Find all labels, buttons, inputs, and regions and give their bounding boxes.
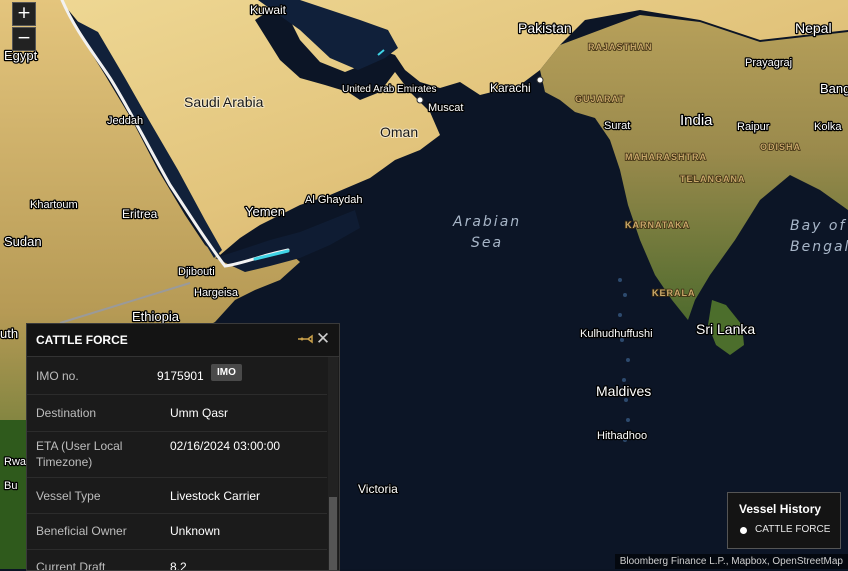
label-kolkata: Kolka (814, 121, 842, 133)
label-jeddah: Jeddah (107, 115, 143, 127)
row-imo-key: IMO no. (36, 369, 79, 383)
label-karnataka: KARNATAKA (625, 220, 690, 230)
city-marker-karachi (536, 76, 544, 84)
panel-scrollbar[interactable] (328, 357, 338, 570)
row-imo: IMO no. 9175901 IMO (27, 357, 327, 395)
row-current-draft: Current Draft 8.2 (27, 550, 327, 571)
row-eta-key-2: Timezone) (36, 455, 93, 469)
label-sri-lanka: Sri Lanka (696, 321, 755, 337)
row-eta: ETA (User Local Timezone) 02/16/2024 03:… (27, 432, 327, 478)
label-surat: Surat (604, 120, 630, 132)
label-yemen: Yemen (245, 204, 285, 219)
label-telangana: TELANGANA (680, 174, 746, 184)
row-beneficial-owner-key: Beneficial Owner (36, 524, 127, 538)
panel-header: CATTLE FORCE ✕ (27, 324, 339, 357)
label-sudan: Sudan (4, 234, 42, 249)
label-bang: Bang (820, 81, 848, 96)
panel-title: CATTLE FORCE (36, 333, 128, 347)
label-ethiopia: Ethiopia (132, 309, 180, 324)
label-maharashtra: MAHARASHTRA (625, 152, 707, 162)
row-vessel-type-value: Livestock Carrier (170, 489, 261, 503)
label-kerala: KERALA (652, 288, 696, 298)
label-al-ghaydah: Al Ghaydah (305, 194, 362, 206)
label-rwa: Rwa (4, 456, 27, 468)
row-eta-value: 02/16/2024 03:00:00 (170, 439, 281, 453)
row-beneficial-owner-value: Unknown (170, 524, 221, 538)
label-kulhudhuffushi: Kulhudhuffushi (580, 328, 653, 340)
label-raipur: Raipur (737, 121, 770, 133)
label-india: India (680, 112, 713, 129)
zoom-in-button[interactable]: + (12, 2, 36, 26)
label-muscat: Muscat (428, 102, 463, 114)
label-khartoum: Khartoum (30, 199, 78, 211)
imo-button[interactable]: IMO (211, 364, 242, 381)
label-arabian-sea-1: Arabian (452, 214, 521, 230)
label-gujarat: GUJARAT (575, 94, 625, 104)
label-arabian-sea-2: Sea (471, 235, 503, 251)
row-vessel-type-key: Vessel Type (36, 489, 101, 503)
legend-marker-icon (740, 527, 747, 534)
row-destination: Destination Umm Qasr (27, 395, 327, 432)
label-maldives: Maldives (596, 383, 651, 399)
label-victoria: Victoria (358, 482, 398, 496)
panel-body: IMO no. 9175901 IMO Destination Umm Qasr… (27, 357, 327, 571)
close-icon[interactable]: ✕ (315, 329, 331, 349)
label-djibouti: Djibouti (178, 266, 215, 278)
row-beneficial-owner: Beneficial Owner Unknown (27, 514, 327, 550)
row-current-draft-value: 8.2 (170, 560, 187, 571)
label-bay-of-bengal-1: Bay of (790, 218, 846, 234)
legend-title: Vessel History (739, 502, 822, 516)
row-vessel-type: Vessel Type Livestock Carrier (27, 478, 327, 514)
zoom-out-button[interactable]: − (12, 27, 36, 51)
row-eta-key: ETA (User Local (36, 439, 123, 453)
label-uth: uth (0, 326, 18, 341)
label-uae: United Arab Emirates (342, 84, 437, 95)
label-bu: Bu (4, 480, 17, 492)
legend-item-label[interactable]: CATTLE FORCE (755, 524, 830, 535)
row-imo-value: 9175901 (157, 369, 204, 383)
panel-scrollbar-thumb[interactable] (329, 497, 337, 570)
label-prayagraj: Prayagraj (745, 57, 792, 69)
label-bay-of-bengal-2: Bengal (790, 239, 848, 255)
label-eritrea: Eritrea (122, 207, 158, 221)
label-rajasthan: RAJASTHAN (588, 42, 653, 52)
label-pakistan: Pakistan (518, 20, 572, 36)
label-nepal: Nepal (795, 20, 832, 36)
label-hithadhoo: Hithadhoo (597, 430, 647, 442)
vessel-info-panel: CATTLE FORCE ✕ IMO no. 9175901 IMO Desti… (26, 323, 340, 571)
row-current-draft-key: Current Draft (36, 560, 106, 571)
row-destination-key: Destination (36, 406, 97, 420)
label-oman: Oman (380, 124, 418, 140)
label-hargeisa: Hargeisa (194, 287, 239, 299)
label-kuwait: Kuwait (250, 3, 287, 17)
vessel-icon (298, 334, 313, 344)
label-karachi: Karachi (490, 81, 531, 95)
label-odisha: ODISHA (760, 142, 801, 152)
city-marker-muscat (416, 96, 424, 104)
row-destination-value: Umm Qasr (170, 406, 228, 420)
map-attribution[interactable]: Bloomberg Finance L.P., Mapbox, OpenStre… (614, 554, 848, 569)
label-saudi-arabia: Saudi Arabia (184, 94, 264, 110)
vessel-history-legend: Vessel History CATTLE FORCE (727, 492, 841, 549)
